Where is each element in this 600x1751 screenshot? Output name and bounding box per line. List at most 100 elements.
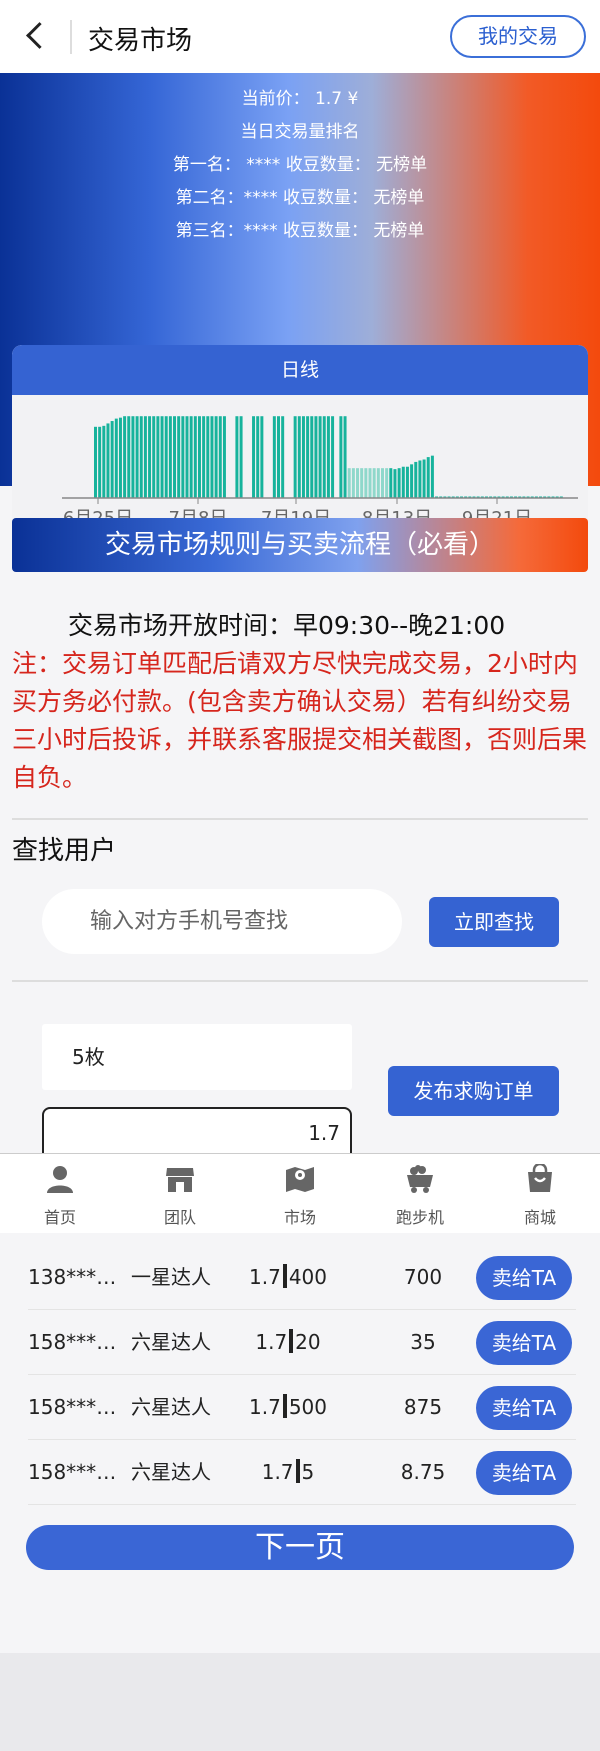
open-time: 交易市场开放时间：早09:30--晚21:00 xyxy=(68,611,506,640)
chart-bar xyxy=(393,469,397,498)
tab-label: 首页 xyxy=(43,1208,76,1227)
tab-treadmill[interactable]: 跑步机 xyxy=(360,1154,480,1233)
price-quantity: 1.7 400 xyxy=(228,1245,348,1309)
trade-notice: 注：交易订单匹配后请双方尽快完成交易，2小时内买方务必付款。(包含卖方确认交易）… xyxy=(12,649,588,792)
separator-bar xyxy=(289,1329,294,1353)
chart-title: 日线 xyxy=(12,345,588,395)
order-row: 138****... 一星达人 1.7 400 700 卖给TA xyxy=(28,1245,576,1310)
chart-bar xyxy=(331,416,335,498)
map-icon xyxy=(286,1167,314,1192)
bottom-tab-bar: 首页 团队 市场 跑步机 商城 xyxy=(0,1153,600,1233)
chart-bar xyxy=(301,416,305,498)
sell-to-button[interactable]: 卖给TA xyxy=(476,1256,572,1300)
chart-bar xyxy=(206,416,210,498)
chart-bar xyxy=(110,421,114,498)
chart-bar xyxy=(168,416,172,498)
shop-icon xyxy=(166,1168,194,1192)
chart-bar xyxy=(210,416,214,498)
chart-bar xyxy=(256,416,260,498)
order-total: 875 xyxy=(403,1395,443,1419)
tab-home[interactable]: 首页 xyxy=(0,1154,120,1233)
separator-bar xyxy=(295,1459,300,1483)
publish-order-button[interactable]: 发布求购订单 xyxy=(388,1066,559,1116)
chevron-left-icon[interactable] xyxy=(18,16,52,56)
top-bar: 交易市场 我的交易 xyxy=(0,0,600,73)
tab-label: 市场 xyxy=(283,1208,316,1227)
order-price: 1.7 xyxy=(249,1395,281,1419)
rank-second: 第二名：**** 收豆数量： 无榜单 xyxy=(175,188,425,208)
order-price: 1.7 xyxy=(249,1265,281,1289)
order-quantity: 400 xyxy=(288,1265,327,1289)
chart-bar xyxy=(430,455,434,498)
chart-bar xyxy=(356,468,360,498)
chart-bar xyxy=(164,416,168,498)
order-row: 158****... 六星达人 1.7 500 875 卖给TA xyxy=(28,1375,576,1440)
chart-bar xyxy=(193,416,197,498)
chart-bar xyxy=(218,416,222,498)
chart-bar xyxy=(414,461,418,498)
buyer-phone: 158****... xyxy=(28,1395,123,1419)
chart-bar xyxy=(343,416,347,498)
chart-bar xyxy=(397,468,401,498)
buyer-level: 六星达人 xyxy=(131,1395,211,1419)
chart-bar xyxy=(185,416,189,498)
chart-bar xyxy=(318,416,322,498)
bag-icon xyxy=(528,1164,552,1192)
tab-label: 团队 xyxy=(163,1208,196,1227)
tab-mall[interactable]: 商城 xyxy=(480,1154,600,1233)
user-icon xyxy=(47,1166,73,1193)
chart-bar xyxy=(339,416,343,498)
sell-to-button[interactable]: 卖给TA xyxy=(476,1386,572,1430)
order-total: 8.75 xyxy=(400,1460,446,1484)
chart-bar xyxy=(152,416,156,498)
next-page-button[interactable]: 下一页 xyxy=(26,1525,574,1570)
chart-bar xyxy=(376,468,380,498)
page-title: 交易市场 xyxy=(88,26,193,56)
chart-bar xyxy=(177,416,181,498)
rules-button[interactable]: 交易市场规则与买卖流程（必看） xyxy=(12,518,588,572)
tab-label: 商城 xyxy=(523,1208,556,1227)
tab-market[interactable]: 市场 xyxy=(240,1154,360,1233)
chart-bar xyxy=(139,416,143,498)
sell-to-button[interactable]: 卖给TA xyxy=(476,1321,572,1365)
chart-bar xyxy=(131,416,135,498)
chart-bar xyxy=(252,416,256,498)
quantity-field[interactable]: 5枚 xyxy=(42,1024,352,1090)
chart-bar xyxy=(214,416,218,498)
chart-bar xyxy=(181,416,185,498)
chart-bar xyxy=(235,416,239,498)
order-total: 700 xyxy=(403,1265,443,1289)
rank-first: 第一名： **** 收豆数量： 无榜单 xyxy=(172,155,428,175)
price-quantity: 1.7 20 xyxy=(228,1310,348,1374)
chart-bar xyxy=(418,460,422,498)
ranking-title: 当日交易量排名 xyxy=(240,122,360,142)
chart-bar xyxy=(222,416,226,498)
phone-search-input[interactable] xyxy=(42,889,402,954)
header-divider xyxy=(70,20,72,54)
divider xyxy=(12,818,588,820)
search-title: 查找用户 xyxy=(12,836,117,866)
sell-to-button[interactable]: 卖给TA xyxy=(476,1451,572,1495)
tab-label: 跑步机 xyxy=(395,1208,444,1227)
chart-bar xyxy=(389,468,393,498)
chart-bar xyxy=(106,423,110,498)
chart-bar xyxy=(368,468,372,498)
search-button[interactable]: 立即查找 xyxy=(429,897,559,947)
chart-bar xyxy=(326,416,330,498)
chart-bar xyxy=(385,468,389,498)
chart-bar xyxy=(197,416,201,498)
current-price: 当前价： 1.7 ¥ xyxy=(241,89,359,109)
chart-bar xyxy=(380,468,384,498)
chart-bar xyxy=(426,457,430,498)
tab-team[interactable]: 团队 xyxy=(120,1154,240,1233)
order-price: 1.7 xyxy=(255,1330,288,1354)
my-trade-button[interactable]: 我的交易 xyxy=(450,15,586,58)
chart-bar xyxy=(277,416,280,498)
chart-bar xyxy=(239,416,243,498)
chart-bar xyxy=(189,416,193,498)
price-banner: 当前价： 1.7 ¥ 当日交易量排名 第一名： **** 收豆数量： 无榜单 第… xyxy=(0,73,600,554)
chart-bar xyxy=(173,416,177,498)
chart-bar xyxy=(202,416,206,498)
chart-bar xyxy=(160,416,164,498)
order-total: 35 xyxy=(410,1330,436,1354)
